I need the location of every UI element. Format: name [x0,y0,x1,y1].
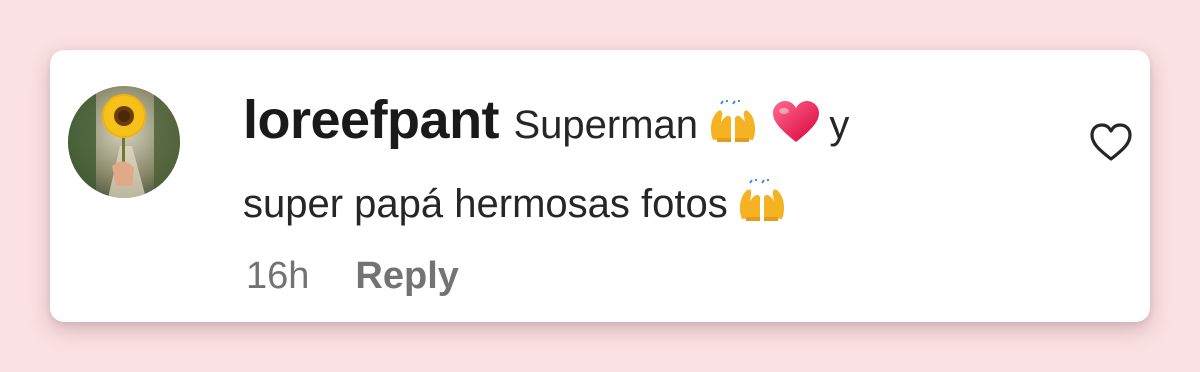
raising-hands-icon [736,179,788,251]
avatar[interactable] [68,86,180,198]
comment-text-2: y [829,103,850,147]
comment-card: loreefpant Superman y super papá hermosa… [50,50,1150,322]
timestamp: 16h [246,255,310,297]
raising-hands-icon [707,100,759,172]
reply-button[interactable]: Reply [355,252,458,300]
username[interactable]: loreefpant [243,90,500,150]
comment-text-1: Superman [513,103,699,147]
heart-icon [771,100,821,172]
avatar-image [68,86,180,198]
comment-body: loreefpant Superman y super papá hermosa… [243,88,1003,251]
heart-outline-icon [1090,123,1132,161]
like-button[interactable] [1086,118,1136,168]
comment-meta: 16h Reply [246,252,459,300]
comment-text-3: super papá hermosas fotos [243,182,728,226]
